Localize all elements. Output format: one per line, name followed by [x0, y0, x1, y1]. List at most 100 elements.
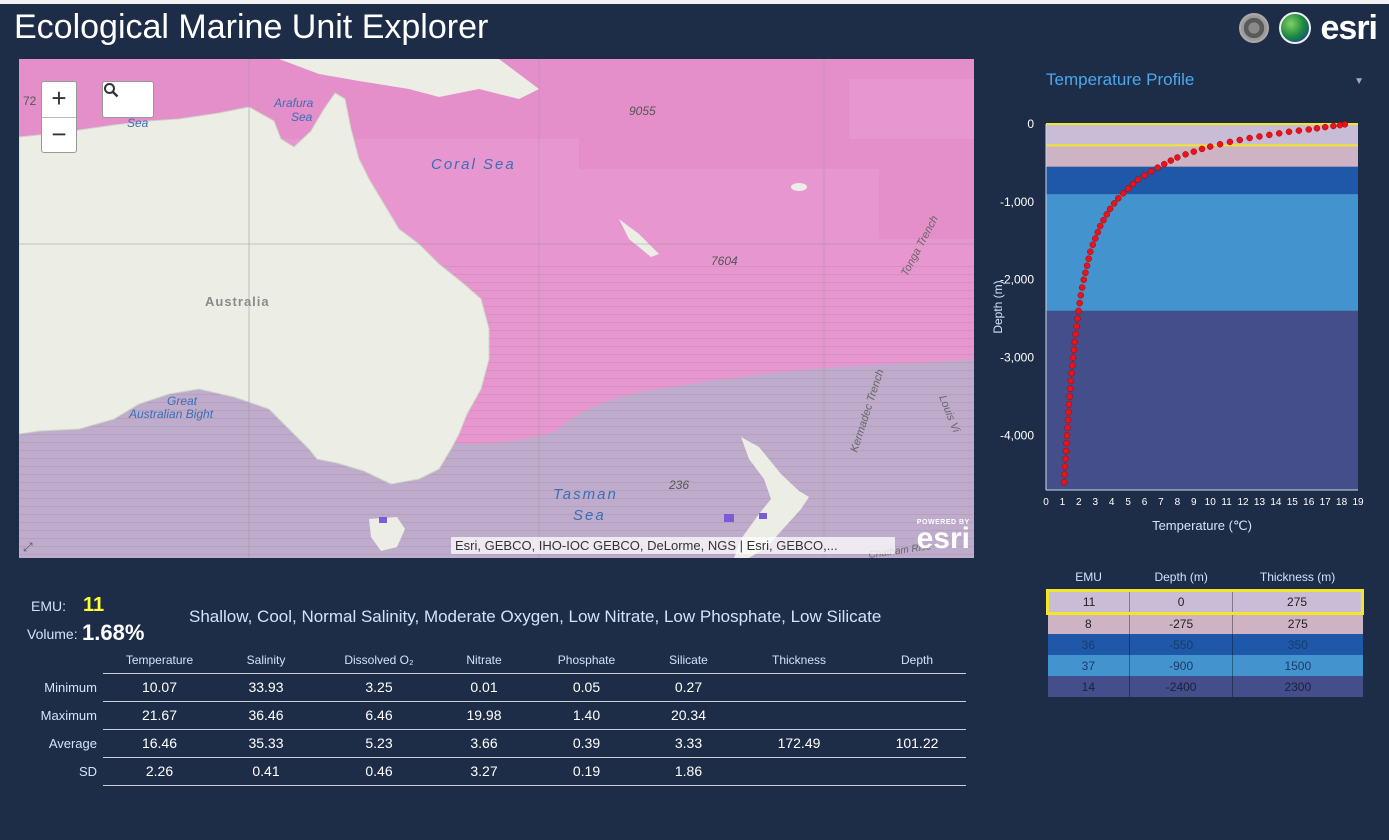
profile-dropdown[interactable]: Temperature Profile ▼	[1046, 70, 1368, 96]
profile-point	[1083, 262, 1091, 269]
profile-point	[1226, 138, 1234, 146]
emu-description: Shallow, Cool, Normal Salinity, Moderate…	[189, 607, 882, 626]
profile-point	[1082, 269, 1089, 276]
map-attribution[interactable]: Esri, GEBCO, IHO-IOC GEBCO, DeLorme, NGS…	[451, 537, 895, 554]
y-tick-label: -3,000	[1000, 351, 1034, 365]
profile-point	[1078, 284, 1086, 291]
x-tick-label: 4	[1109, 497, 1115, 508]
x-tick-label: 12	[1237, 497, 1249, 508]
profile-point	[1075, 307, 1082, 315]
temperature-profile-chart[interactable]: 0-1,000-2,000-3,000-4,0000 1 2 3 4 5 6 7 8 9 10 11 1…	[988, 110, 1378, 540]
agency-seal-icon	[1238, 13, 1269, 43]
x-tick-label: 18	[1336, 497, 1348, 508]
col-phosphate: Phosphate	[526, 648, 647, 674]
expand-icon[interactable]: ⤢	[23, 540, 37, 554]
stats-row-average: Average 16.46 35.33 5.23 3.66 0.39 3.33 …	[34, 729, 966, 758]
profile-point	[1115, 195, 1122, 202]
label-bight-1: Great	[167, 394, 198, 408]
depth-band-emu-14	[1046, 310, 1358, 490]
map-canvas: Australia Arafura Sea Coral Sea Tasman S…	[19, 59, 974, 558]
profile-point	[1313, 125, 1321, 132]
profile-point	[1275, 130, 1283, 137]
profile-point	[1061, 463, 1069, 470]
label-arafura-1: Arafura	[273, 96, 314, 110]
zoom-out-button[interactable]: −	[42, 117, 76, 152]
volume-label: Volume:	[27, 626, 78, 642]
profile-point	[1096, 222, 1104, 230]
emu-row-8[interactable]: 8 -275 275	[1047, 613, 1363, 634]
profile-point	[1147, 168, 1155, 175]
col-temperature: Temperature	[103, 648, 216, 674]
emu-row-36[interactable]: 36 -550 350	[1047, 634, 1363, 655]
emu-row-37[interactable]: 37 -900 1500	[1047, 655, 1363, 676]
emu-layers-table: EMU Depth (m) Thickness (m) 11 0 275 8 -…	[1045, 565, 1364, 697]
volume-value: 1.68%	[82, 620, 145, 645]
profile-point	[1063, 440, 1070, 447]
profile-point	[1129, 180, 1137, 188]
profile-point	[1072, 331, 1079, 338]
y-tick-label: -1,000	[1000, 195, 1034, 209]
profile-point	[1167, 157, 1175, 164]
profile-point	[1062, 447, 1070, 455]
profile-point	[1071, 338, 1078, 346]
x-tick-label: 1	[1060, 497, 1066, 508]
profile-point	[1076, 299, 1083, 307]
top-border	[0, 0, 1389, 4]
y-tick-label: -2,000	[1000, 273, 1034, 287]
profile-point	[1216, 140, 1224, 148]
emu-label: EMU:	[31, 598, 66, 614]
label-arafura-2: Sea	[291, 110, 313, 124]
map-view[interactable]: Australia Arafura Sea Coral Sea Tasman S…	[19, 59, 974, 558]
profile-point	[1206, 143, 1214, 150]
depth-band-emu-36	[1046, 166, 1358, 195]
profile-point	[1062, 455, 1069, 463]
app-title: Ecological Marine Unit Explorer	[14, 8, 489, 46]
powered-by-esri[interactable]: POWERED BY esri	[916, 519, 970, 555]
profile-point	[1077, 292, 1085, 299]
emu-value: 11	[83, 594, 105, 616]
profile-point	[1154, 164, 1161, 171]
col-thickness: Thickness	[730, 648, 868, 674]
esri-logo: esri	[1320, 9, 1378, 47]
profile-point	[1336, 121, 1344, 129]
profile-point	[1182, 151, 1189, 158]
y-tick-label: -4,000	[1000, 428, 1034, 442]
profile-point	[1321, 123, 1329, 131]
profile-point	[1190, 148, 1198, 155]
label-depth-9055: 9055	[629, 104, 656, 118]
profile-point	[1064, 416, 1072, 424]
x-tick-label: 0	[1043, 497, 1049, 508]
x-tick-label: 6	[1142, 497, 1148, 508]
depth-band-emu-11	[1046, 124, 1358, 146]
profile-point	[1060, 478, 1068, 486]
x-axis-title: Temperature (℃)	[1152, 518, 1252, 533]
search-button[interactable]	[102, 81, 154, 118]
x-tick-label: 11	[1221, 497, 1232, 508]
chevron-down-icon: ▼	[1354, 76, 1364, 87]
col-thickness-m: Thickness (m)	[1259, 569, 1336, 584]
profile-point	[1141, 172, 1148, 179]
x-tick-label: 5	[1125, 497, 1131, 508]
stats-row-maximum: Maximum 21.67 36.46 6.46 19.98 1.40 20.3…	[34, 701, 966, 730]
stats-table: Temperature Salinity Dissolved O₂ Nitrat…	[34, 648, 966, 786]
profile-point	[1124, 185, 1132, 192]
profile-point	[1160, 160, 1168, 168]
zoom-in-button[interactable]: +	[42, 82, 76, 117]
profile-point	[1106, 205, 1114, 213]
profile-point	[1305, 126, 1312, 133]
search-icon	[104, 83, 119, 98]
profile-point	[1067, 385, 1074, 393]
powered-by-brand: esri	[916, 522, 970, 555]
x-tick-label: 16	[1303, 497, 1315, 508]
profile-point	[1110, 200, 1118, 207]
profile-point	[1080, 276, 1088, 283]
label-bight-2: Australian Bight	[128, 407, 214, 421]
x-tick-label: 15	[1287, 497, 1299, 508]
emu-row-14[interactable]: 14 -2400 2300	[1047, 676, 1363, 697]
profile-point	[1089, 241, 1097, 248]
label-australia: Australia	[205, 294, 270, 309]
profile-point	[1330, 122, 1337, 130]
profile-point	[1066, 393, 1073, 400]
emu-row-11[interactable]: 11 0 275	[1045, 588, 1364, 615]
zoom-control: + −	[41, 81, 77, 153]
